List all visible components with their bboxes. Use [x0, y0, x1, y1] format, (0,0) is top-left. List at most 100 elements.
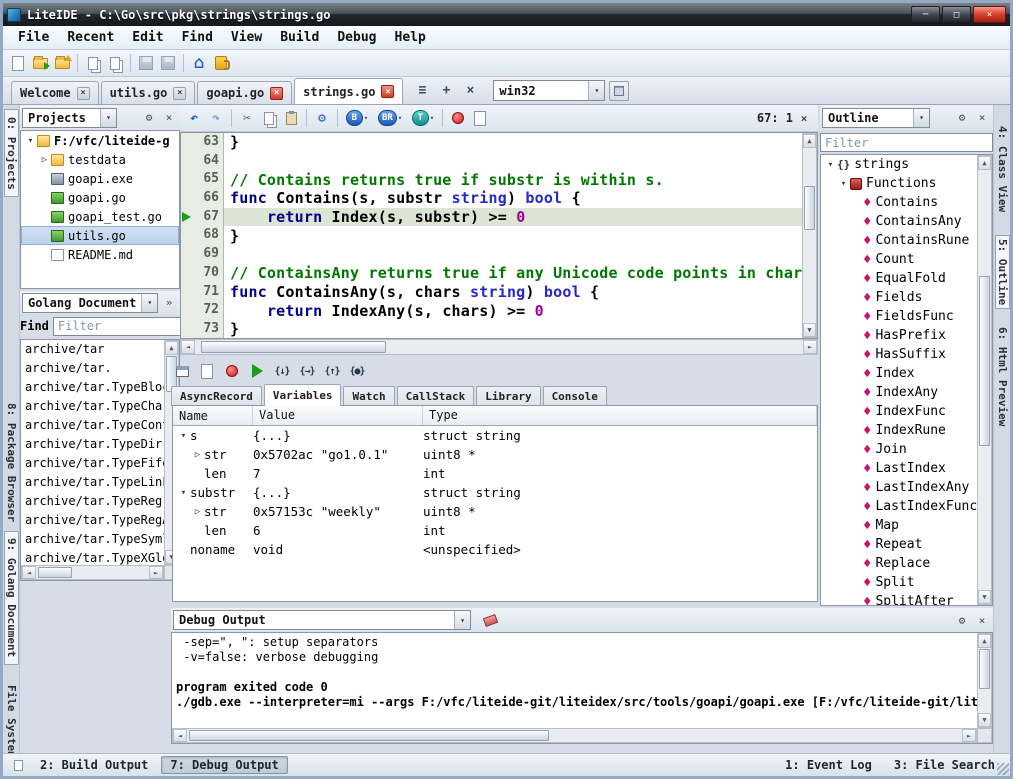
scroll-thumb[interactable]: [38, 567, 72, 578]
code-line[interactable]: 70// ContainsAny returns true if any Uni…: [181, 264, 802, 283]
outline-item[interactable]: ♦IndexAny: [821, 383, 977, 402]
scroll-left-icon[interactable]: ◄: [181, 340, 195, 354]
clear-output-icon[interactable]: [479, 610, 501, 631]
projects-combo[interactable]: Projects ▾: [22, 108, 117, 128]
doc-list-hscrollbar[interactable]: ◄ ►: [21, 565, 164, 580]
combo-arrow-icon[interactable]: ▾: [100, 109, 116, 127]
outline-item[interactable]: ♦HasSuffix: [821, 345, 977, 364]
menu-debug[interactable]: Debug: [328, 28, 385, 47]
scroll-right-icon[interactable]: ►: [149, 566, 163, 579]
menu-edit[interactable]: Edit: [123, 28, 172, 47]
scroll-down-icon[interactable]: ▼: [803, 323, 816, 337]
tab-close-icon[interactable]: ×: [270, 87, 283, 100]
export-icon[interactable]: [469, 108, 491, 129]
tab-close-icon[interactable]: ×: [77, 87, 90, 100]
doc-list-item[interactable]: archive/tar.: [21, 359, 164, 378]
close-all-icon[interactable]: ×: [459, 81, 481, 101]
open-folder-icon[interactable]: [51, 53, 73, 74]
outline-item[interactable]: ♦Join: [821, 440, 977, 459]
save-all-icon[interactable]: [157, 53, 179, 74]
project-tree-item[interactable]: goapi_test.go: [21, 207, 179, 226]
test-button[interactable]: T▾: [408, 108, 438, 129]
project-tree-item[interactable]: utils.go: [21, 226, 179, 245]
home-icon[interactable]: ⌂: [188, 53, 210, 74]
status-3-file-search[interactable]: 3: File Search: [885, 756, 1004, 774]
build-button[interactable]: B▾: [342, 108, 372, 129]
continue-debug-icon[interactable]: [246, 361, 268, 382]
scroll-right-icon[interactable]: ►: [962, 729, 976, 742]
menu-find[interactable]: Find: [173, 28, 222, 47]
right-tab-5-outline[interactable]: 5: Outline: [995, 235, 1010, 309]
code-line[interactable]: 64: [181, 152, 802, 171]
build-config-icon[interactable]: ⚙: [311, 108, 333, 129]
expanded-icon[interactable]: ▾: [24, 136, 37, 146]
outline-item[interactable]: ♦LastIndex: [821, 459, 977, 478]
code-line[interactable]: 72 return IndexAny(s, chars) >= 0: [181, 301, 802, 320]
projects-gear-icon[interactable]: ⚙: [140, 109, 158, 127]
breakpoint-margin[interactable]: [181, 170, 194, 189]
scroll-left-icon[interactable]: ◄: [22, 566, 36, 579]
scroll-up-icon[interactable]: ▲: [978, 634, 991, 648]
combo-arrow-icon[interactable]: ▾: [588, 81, 604, 100]
project-tree-item[interactable]: ▾F:/vfc/liteide-g: [21, 131, 179, 150]
outline-item[interactable]: ♦IndexRune: [821, 421, 977, 440]
outline-item[interactable]: ♦FieldsFunc: [821, 307, 977, 326]
editor-hscrollbar[interactable]: ◄ ►: [180, 339, 818, 355]
breakpoint-margin[interactable]: [181, 320, 194, 338]
scroll-down-icon[interactable]: ▼: [978, 713, 991, 727]
code-line[interactable]: 65// Contains returns true if substr is …: [181, 170, 802, 189]
file-tab-strings-go[interactable]: strings.go×: [294, 78, 403, 104]
output-gear-icon[interactable]: ⚙: [953, 611, 971, 629]
doc-list-item[interactable]: archive/tar: [21, 340, 164, 359]
editor-vscrollbar[interactable]: ▲ ▼: [802, 133, 817, 338]
scroll-up-icon[interactable]: ▲: [165, 341, 178, 355]
outline-item[interactable]: ♦LastIndexAny: [821, 478, 977, 497]
project-tree-item[interactable]: README.md: [21, 245, 179, 264]
outline-item[interactable]: ♦Count: [821, 250, 977, 269]
outline-item[interactable]: ♦Replace: [821, 554, 977, 573]
scroll-thumb[interactable]: [189, 730, 549, 741]
undo-icon[interactable]: ↶: [183, 108, 205, 129]
minimize-button[interactable]: ─: [911, 6, 940, 23]
variable-row[interactable]: nonamevoid<unspecified>: [173, 540, 817, 559]
scroll-up-icon[interactable]: ▲: [803, 134, 816, 148]
output-hscrollbar[interactable]: ◄ ►: [172, 728, 977, 743]
scroll-left-icon[interactable]: ◄: [173, 729, 187, 742]
code-editor[interactable]: 63}6465// Contains returns true if subst…: [180, 132, 818, 339]
tab-close-icon[interactable]: ×: [381, 85, 394, 98]
step-into-icon[interactable]: {↓}: [271, 361, 293, 382]
code-line[interactable]: 69: [181, 245, 802, 264]
paste-icon[interactable]: [280, 108, 302, 129]
expanded-icon[interactable]: ▾: [177, 488, 190, 498]
menu-file[interactable]: File: [9, 28, 58, 47]
debug-tab-asyncrecord[interactable]: AsyncRecord: [171, 386, 262, 406]
close-button[interactable]: ×: [973, 6, 1006, 23]
breakpoint-margin[interactable]: [181, 283, 194, 302]
scroll-thumb[interactable]: [979, 649, 990, 689]
breakpoint-margin[interactable]: [181, 208, 194, 227]
outline-item[interactable]: ♦EqualFold: [821, 269, 977, 288]
editor-close-button[interactable]: ×: [796, 110, 812, 126]
step-over-icon[interactable]: {→}: [296, 361, 318, 382]
cut-icon[interactable]: ✂: [236, 108, 258, 129]
outline-item[interactable]: ♦Split: [821, 573, 977, 592]
doc-list-item[interactable]: archive/tar.TypeDir: [21, 435, 164, 454]
combo-arrow-icon[interactable]: ▾: [141, 294, 157, 312]
scroll-thumb[interactable]: [979, 276, 990, 446]
liteide-app-icon[interactable]: [210, 53, 232, 74]
outline-close-icon[interactable]: ×: [973, 109, 991, 127]
outline-item[interactable]: ♦ContainsRune: [821, 231, 977, 250]
right-tab-6-html-preview[interactable]: 6: Html Preview: [995, 317, 1010, 437]
scroll-right-icon[interactable]: ►: [803, 340, 817, 354]
menu-build[interactable]: Build: [271, 28, 328, 47]
collapsed-icon[interactable]: ▷: [191, 507, 204, 517]
collapsed-icon[interactable]: ▷: [38, 155, 51, 165]
run-to-cursor-icon[interactable]: {●}: [346, 361, 368, 382]
doc-list-item[interactable]: archive/tar.TypeChar: [21, 397, 164, 416]
doc-list-item[interactable]: archive/tar.TypeSymlink: [21, 530, 164, 549]
menu-recent[interactable]: Recent: [58, 28, 123, 47]
docpanel-more-icon[interactable]: »: [160, 294, 178, 312]
outline-item[interactable]: ♦Index: [821, 364, 977, 383]
variable-row[interactable]: ▾substr{...}struct string: [173, 483, 817, 502]
variable-row[interactable]: ▷str0x5702ac "go1.0.1"uint8 *: [173, 445, 817, 464]
